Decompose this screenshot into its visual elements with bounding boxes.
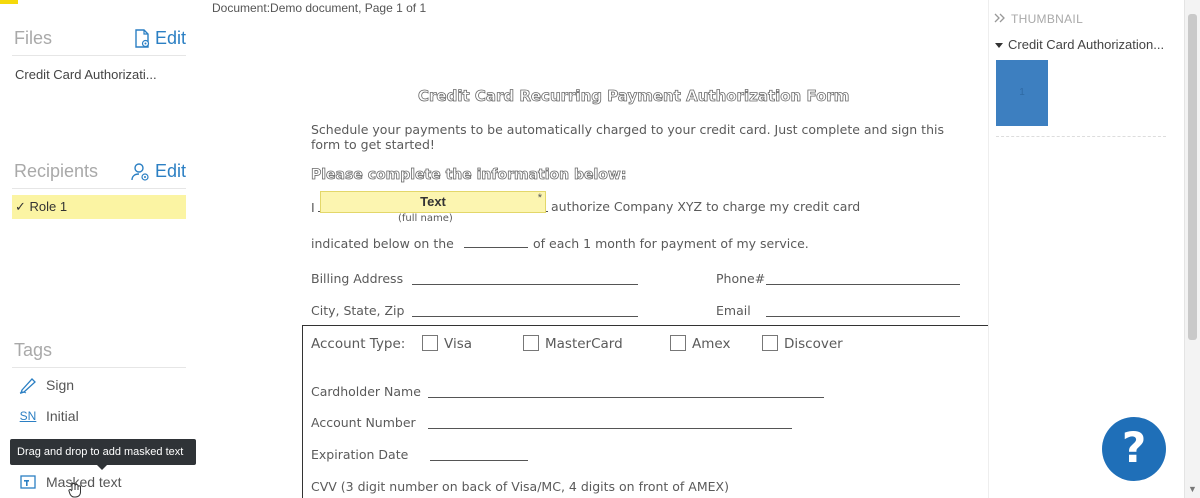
files-edit-button[interactable]: Edit (133, 28, 186, 49)
indicated-text: indicated below on the (311, 236, 454, 251)
accent-mark (0, 0, 18, 4)
tags-section-header: Tags (12, 338, 186, 368)
tooltip-arrow (97, 465, 107, 470)
double-chevron-right-icon (994, 12, 1006, 26)
form-i-label: I (311, 200, 315, 215)
each-month-text: of each 1 month for payment of my servic… (533, 236, 809, 251)
phone-line (766, 284, 960, 285)
files-section-title: Files (14, 28, 53, 48)
masked-text-icon (18, 475, 38, 489)
tag-masked-text-label: Masked text (46, 474, 122, 490)
expiration-line (430, 460, 528, 461)
mastercard-checkbox (523, 335, 539, 351)
cardholder-line (428, 397, 824, 398)
billing-address-label: Billing Address (311, 271, 404, 286)
thumbnail-doc-toggle[interactable]: Credit Card Authorization... (995, 37, 1164, 52)
cardholder-label: Cardholder Name (311, 384, 421, 399)
initials-icon: SN (19, 409, 37, 423)
help-button[interactable]: ? (1102, 417, 1166, 481)
document-title: Document:Demo document, Page 1 of 1 (212, 1, 427, 15)
cvv-label: CVV (3 digit number on back of Visa/MC, … (311, 479, 729, 494)
thumbnail-header[interactable]: THUMBNAIL (994, 12, 1083, 26)
city-line (412, 316, 638, 317)
form-intro-line1: Schedule your payments to be automatical… (311, 122, 944, 137)
tooltip: Drag and drop to add masked text (10, 439, 196, 465)
scrollbar[interactable]: ▼ (1184, 0, 1200, 498)
visa-checkbox (422, 335, 438, 351)
day-line (464, 247, 528, 248)
recipient-role-item[interactable]: ✓ Role 1 (12, 195, 186, 219)
files-edit-label: Edit (154, 28, 186, 48)
account-number-line (428, 428, 792, 429)
tags-section-title: Tags (14, 340, 53, 360)
scrollbar-thumb[interactable] (1188, 14, 1197, 340)
amex-label: Amex (692, 336, 731, 352)
caret-down-icon (995, 37, 1003, 52)
recipients-section-title: Recipients (14, 161, 99, 181)
visa-label: Visa (444, 336, 472, 352)
thumbnail-header-label: THUMBNAIL (1011, 12, 1084, 26)
pen-icon (18, 376, 38, 394)
form-subheading: Please complete the information below: (311, 167, 627, 184)
recipients-section-header: Recipients Edit (12, 159, 186, 189)
tag-sign-label: Sign (46, 377, 75, 393)
tag-initial[interactable]: SN Initial (18, 408, 79, 424)
email-label: Email (716, 303, 751, 318)
sidebar: Files Edit Credit Card Authorizati... Re… (0, 0, 200, 498)
mastercard-label: MasterCard (545, 336, 623, 352)
app-root: Files Edit Credit Card Authorizati... Re… (0, 0, 1200, 498)
discover-label: Discover (784, 336, 843, 352)
file-settings-icon (133, 28, 151, 49)
text-field[interactable]: Text * (320, 191, 546, 213)
tag-initial-label: Initial (46, 408, 79, 424)
recipients-edit-button[interactable]: Edit (131, 161, 186, 182)
thumbnail-doc-name: Credit Card Authorization... (1008, 37, 1165, 52)
city-label: City, State, Zip (311, 303, 405, 318)
amex-checkbox (670, 335, 686, 351)
page-thumbnail[interactable]: 1 (996, 60, 1048, 126)
thumbnail-separator (996, 136, 1166, 137)
recipients-edit-label: Edit (154, 161, 186, 181)
text-field-label: Text (420, 194, 446, 209)
discover-checkbox (762, 335, 778, 351)
form-heading: Credit Card Recurring Payment Authorizat… (418, 87, 850, 106)
tag-sign[interactable]: Sign (18, 376, 74, 394)
billing-address-line (412, 284, 638, 285)
files-section-header: Files Edit (12, 26, 186, 56)
account-type-label: Account Type: (311, 336, 406, 352)
form-intro-line2: form to get started! (311, 137, 435, 152)
authorize-text: authorize Company XYZ to charge my credi… (551, 199, 861, 214)
user-settings-icon (131, 162, 151, 182)
phone-label: Phone# (716, 271, 766, 286)
file-list-item[interactable]: Credit Card Authorizati... (15, 67, 157, 82)
scroll-down-icon[interactable]: ▼ (1188, 484, 1197, 494)
email-line (766, 316, 960, 317)
hand-cursor-icon (68, 480, 82, 498)
account-number-label: Account Number (311, 415, 416, 430)
full-name-caption: (full name) (398, 213, 453, 224)
thumbnail-panel: THUMBNAIL Credit Card Authorization... 1 (988, 0, 1184, 498)
expiration-label: Expiration Date (311, 447, 409, 462)
required-marker: * (537, 192, 542, 204)
